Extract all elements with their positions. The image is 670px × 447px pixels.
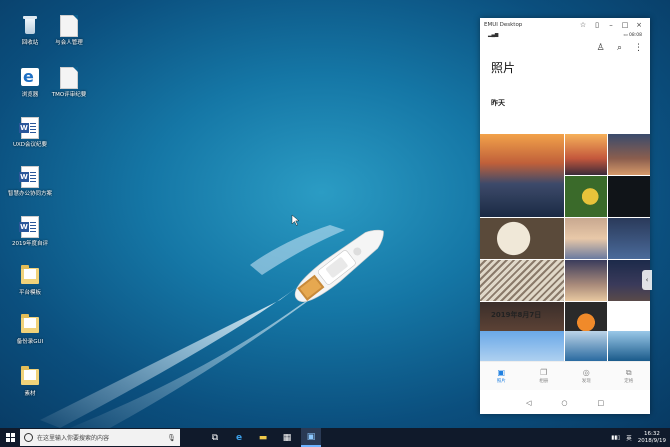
- photo-thumbnail[interactable]: [480, 260, 564, 301]
- desktop-icon-label: 2019年度自评: [12, 241, 48, 247]
- android-nav-bar: ◁ ○ □: [480, 394, 650, 412]
- rotate-icon[interactable]: ▯: [590, 21, 604, 29]
- desktop-icon-label: UXD会议纪要: [12, 142, 48, 148]
- gallery-toolbar: ♙ ⌕ ⋮: [480, 40, 650, 56]
- close-button[interactable]: ×: [632, 21, 646, 29]
- photo-thumbnail[interactable]: [480, 331, 564, 361]
- tab-photos[interactable]: ▣ 照片: [480, 362, 523, 390]
- system-tray: ▮▮▯ 英 16:32 2018/9/19: [611, 431, 670, 445]
- word-document-icon: W: [19, 166, 40, 188]
- desktop-icon-platform-templates[interactable]: 平台模板: [10, 265, 50, 297]
- photo-thumbnail[interactable]: [608, 331, 650, 361]
- tab-label: 发现: [581, 379, 591, 384]
- microphone-icon[interactable]: 🎙: [167, 434, 176, 442]
- desktop-icon-label: 回收站: [21, 40, 39, 46]
- word-document-icon: W: [19, 117, 40, 139]
- scroll-handle-icon[interactable]: ‹: [642, 270, 652, 290]
- desktop-icon-browser[interactable]: e 浏览器: [10, 67, 50, 99]
- battery-icon: ▭: [623, 33, 628, 38]
- phone-status-bar: ▂▄▆ ▭ 08:08: [480, 31, 650, 40]
- section-header-date: 2019年8月7日: [491, 311, 542, 319]
- start-button[interactable]: [0, 428, 20, 447]
- photo-thumbnail[interactable]: [608, 134, 650, 175]
- browser-icon: e: [20, 67, 40, 89]
- gallery-bottom-tabs: ▣ 照片 ❐ 相册 ◎ 发现 ⧉ 定格: [480, 361, 650, 390]
- taskbar-clock[interactable]: 16:32 2018/9/19: [638, 431, 666, 445]
- pin-icon[interactable]: ☆: [576, 21, 590, 29]
- album-icon: ❐: [540, 368, 548, 377]
- home-icon[interactable]: ○: [561, 399, 567, 407]
- folder-icon: [20, 265, 40, 287]
- desktop-icon-label: 平台模板: [18, 290, 41, 296]
- word-document-icon: W: [19, 216, 40, 238]
- document-icon: [59, 67, 79, 89]
- moments-icon: ⧉: [625, 368, 632, 377]
- photo-thumbnail[interactable]: [565, 218, 607, 259]
- search-icon[interactable]: ⌕: [614, 43, 625, 54]
- photo-grid-date: [480, 331, 650, 361]
- task-view-icon[interactable]: ⧉: [205, 428, 225, 447]
- desktop-icon-label: 备份录GUI: [16, 339, 44, 345]
- desktop-icon-annual-review[interactable]: W 2019年度自评: [10, 216, 50, 248]
- discover-icon: ◎: [582, 368, 590, 377]
- tab-albums[interactable]: ❐ 相册: [523, 362, 566, 390]
- search-placeholder: 在这里输入你要搜索的内容: [37, 435, 110, 442]
- signal-icon: ▂▄▆: [488, 33, 499, 38]
- person-icon[interactable]: ♙: [595, 43, 606, 54]
- desktop-icon-smart-office[interactable]: W 智慧办公协同方案: [8, 166, 53, 198]
- ime-indicator[interactable]: 英: [626, 434, 632, 442]
- edge-browser-icon[interactable]: e: [229, 428, 249, 447]
- desktop-icon-backup-gui[interactable]: 备份录GUI: [10, 314, 50, 346]
- taskbar-search-box[interactable]: 在这里输入你要搜索的内容 🎙: [20, 429, 180, 446]
- tab-label: 相册: [539, 379, 549, 384]
- photo-thumbnail[interactable]: [565, 260, 607, 301]
- network-icon[interactable]: ▮▮▯: [611, 435, 620, 441]
- store-icon[interactable]: ▦: [277, 428, 297, 447]
- back-icon[interactable]: ◁: [526, 399, 531, 407]
- tab-discover[interactable]: ◎ 发现: [565, 362, 608, 390]
- desktop-icon-tmo-review[interactable]: TMO评审纪要: [49, 67, 89, 99]
- clock-date: 2018/9/19: [637, 437, 666, 444]
- search-icon: [24, 433, 33, 442]
- document-icon: [59, 15, 79, 37]
- tab-label: 照片: [496, 379, 506, 384]
- desktop-icon-label: 浏览器: [21, 92, 39, 98]
- window-titlebar[interactable]: EMUI Desktop ☆ ▯ – □ ×: [480, 18, 650, 31]
- file-explorer-icon[interactable]: ▬: [253, 428, 273, 447]
- photo-thumbnail[interactable]: [565, 176, 607, 217]
- emui-desktop-taskbar-icon[interactable]: ▣: [301, 428, 321, 447]
- section-header-yesterday: 昨天: [491, 99, 505, 107]
- tab-moments[interactable]: ⧉ 定格: [608, 362, 651, 390]
- windows-taskbar: 在这里输入你要搜索的内容 🎙 ⧉ e ▬ ▦ ▣ ▮▮▯ 英 16:32 201…: [0, 428, 670, 447]
- maximize-button[interactable]: □: [618, 21, 632, 29]
- clock-time: 16:32: [643, 430, 660, 437]
- desktop-icon-materials[interactable]: 素材: [10, 366, 50, 398]
- folder-icon: [20, 366, 40, 388]
- tab-label: 定格: [624, 379, 634, 384]
- photo-thumbnail[interactable]: [480, 218, 564, 259]
- minimize-button[interactable]: –: [604, 21, 618, 29]
- desktop-icon-label: 与会人管理: [55, 40, 83, 46]
- recents-icon[interactable]: □: [597, 399, 604, 407]
- folder-icon: [20, 314, 40, 336]
- recycle-bin-icon: [20, 15, 40, 37]
- window-title: EMUI Desktop: [484, 21, 523, 28]
- desktop-icon-label: TMO评审纪要: [51, 92, 87, 98]
- photo-thumbnail[interactable]: [608, 176, 650, 217]
- photo-thumbnail[interactable]: [565, 331, 607, 361]
- desktop-icon-uxd-minutes[interactable]: W UXD会议纪要: [10, 117, 50, 149]
- desktop-icon-label: 素材: [24, 391, 36, 397]
- photo-icon: ▣: [497, 368, 506, 377]
- more-icon[interactable]: ⋮: [633, 43, 644, 54]
- desktop-icon-attendee-management[interactable]: 与会人管理: [49, 15, 89, 47]
- photo-thumbnail[interactable]: [480, 134, 564, 217]
- photo-thumbnail[interactable]: [565, 134, 607, 175]
- desktop-icon-recycle-bin[interactable]: 回收站: [10, 15, 50, 47]
- windows-logo-icon: [5, 433, 15, 442]
- status-time: 08:08: [629, 33, 642, 38]
- emui-desktop-window[interactable]: EMUI Desktop ☆ ▯ – □ × ▂▄▆ ▭ 08:08 ♙ ⌕ ⋮…: [480, 18, 652, 414]
- photo-thumbnail[interactable]: [608, 218, 650, 259]
- page-title: 照片: [491, 61, 516, 75]
- desktop-icon-label: 智慧办公协同方案: [8, 191, 53, 197]
